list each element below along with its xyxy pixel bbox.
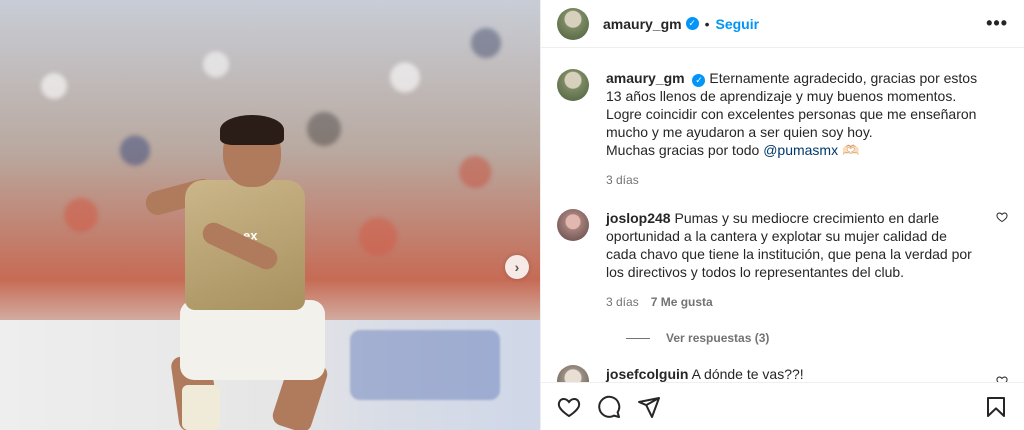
- comment-body: joslop248 Pumas y su mediocre crecimient…: [606, 209, 976, 311]
- share-icon[interactable]: [637, 395, 661, 419]
- caption-time[interactable]: 3 días: [606, 171, 639, 189]
- chevron-right-icon: ›: [514, 259, 520, 275]
- player-sock: [182, 385, 220, 430]
- comment-icon[interactable]: [597, 395, 621, 419]
- comments-section[interactable]: amaury_gm ✓ Eternamente agradecido, grac…: [541, 49, 1024, 382]
- header-separator: •: [704, 15, 710, 32]
- comment-avatar[interactable]: [557, 365, 589, 382]
- comment-like-icon[interactable]: [996, 375, 1008, 382]
- more-options-icon[interactable]: •••: [986, 13, 1008, 34]
- comment-username[interactable]: joslop248: [606, 210, 671, 226]
- hands-emoji: 🫶🏻: [842, 142, 860, 158]
- view-replies-button[interactable]: Ver respuestas (3): [626, 331, 1008, 345]
- player-hair: [220, 115, 284, 145]
- player-photo: ex: [140, 115, 360, 430]
- bookmark-icon[interactable]: [984, 395, 1008, 419]
- caption-username[interactable]: amaury_gm: [606, 70, 685, 86]
- comment-meta: 3 días 7 Me gusta: [606, 293, 976, 311]
- replies-divider: [626, 337, 650, 339]
- caption-body: amaury_gm ✓ Eternamente agradecido, grac…: [606, 69, 986, 189]
- caption-meta: 3 días: [606, 171, 986, 189]
- comment-avatar[interactable]: [557, 209, 589, 241]
- comment-likes[interactable]: 7 Me gusta: [651, 293, 713, 311]
- post-header: amaury_gm ✓ • Seguir •••: [541, 0, 1024, 48]
- follow-button[interactable]: Seguir: [716, 16, 760, 32]
- post-sidebar: amaury_gm ✓ • Seguir ••• amaury_gm ✓ Ete…: [540, 0, 1024, 430]
- next-media-button[interactable]: ›: [505, 255, 529, 279]
- post-media[interactable]: ex ›: [0, 0, 540, 430]
- author-avatar[interactable]: [557, 7, 589, 40]
- author-username[interactable]: amaury_gm: [603, 16, 682, 32]
- player-shorts: [180, 300, 325, 380]
- comment-body: josefcolguin A dónde te vas??!: [606, 365, 976, 382]
- mention-link[interactable]: @pumasmx: [763, 142, 838, 158]
- caption-text-2: Muchas gracias por todo: [606, 142, 760, 158]
- instagram-post: ex › amaury_gm ✓ • Seguir ••• amaury_gm …: [0, 0, 1024, 430]
- comment-row: joslop248 Pumas y su mediocre crecimient…: [557, 209, 1008, 311]
- comment-username[interactable]: josefcolguin: [606, 366, 688, 382]
- verified-badge-icon: ✓: [685, 17, 699, 30]
- heart-icon[interactable]: [557, 395, 581, 419]
- view-replies-label: Ver respuestas (3): [666, 331, 770, 345]
- comment-text: A dónde te vas??!: [691, 366, 804, 382]
- comment-row: josefcolguin A dónde te vas??!: [557, 365, 1008, 382]
- caption-row: amaury_gm ✓ Eternamente agradecido, grac…: [557, 69, 1008, 189]
- comment-time[interactable]: 3 días: [606, 293, 639, 311]
- post-actions-bar: [541, 382, 1024, 430]
- comment-like-icon[interactable]: [996, 211, 1008, 223]
- verified-badge-icon: ✓: [692, 73, 706, 87]
- caption-avatar[interactable]: [557, 69, 589, 101]
- banner-logo: [350, 330, 500, 400]
